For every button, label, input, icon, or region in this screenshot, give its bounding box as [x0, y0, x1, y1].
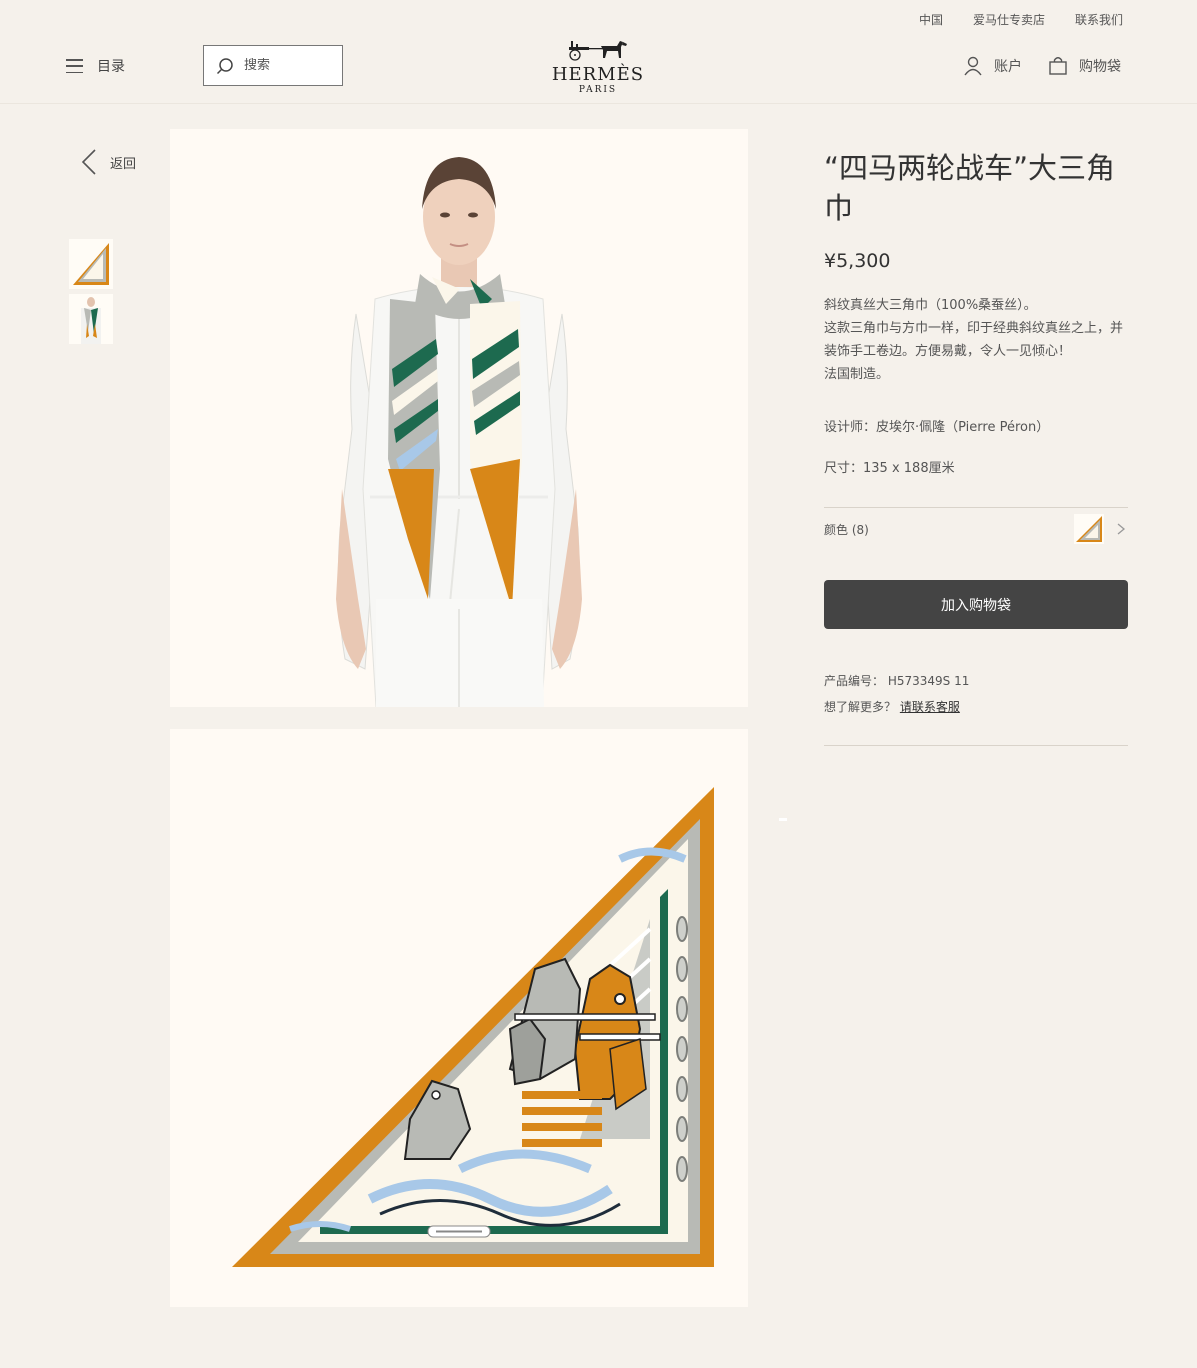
- product-image-scarf[interactable]: [170, 729, 748, 1307]
- color-label: 颜色 (8): [824, 522, 869, 537]
- search-icon: [216, 57, 233, 74]
- contact-row: 想了解更多？ 请联系客服: [824, 698, 960, 715]
- chevron-right-icon: [1117, 523, 1126, 535]
- carriage-logo-icon: [569, 41, 627, 61]
- description-line: 法国制造。: [824, 367, 890, 382]
- product-size: 尺寸：135 x 188厘米: [824, 461, 955, 476]
- logo-brand: HERMÈS: [551, 64, 645, 85]
- reference-value: H573349S 11: [887, 674, 970, 688]
- bag-button[interactable]: 购物袋: [1048, 56, 1121, 76]
- color-selector[interactable]: 颜色 (8): [824, 507, 1128, 550]
- product-description: 斜纹真丝大三角巾（100%桑蚕丝）。 这款三角巾与方巾一样，印于经典斜纹真丝之上…: [824, 294, 1128, 386]
- bag-label: 购物袋: [1079, 59, 1121, 75]
- contact-service-link[interactable]: 请联系客服: [900, 700, 960, 714]
- search-input[interactable]: [244, 58, 334, 73]
- top-link-contact[interactable]: 联系我们: [1075, 11, 1123, 28]
- divider-speck: [779, 818, 787, 821]
- product-title: “四马两轮战车”大三角巾: [824, 151, 1116, 225]
- thumbnail-scarf[interactable]: [69, 239, 113, 289]
- product-price: ¥5,300: [824, 250, 891, 272]
- menu-button[interactable]: 目录: [66, 56, 125, 76]
- description-line: 斜纹真丝大三角巾（100%桑蚕丝）。: [824, 298, 1037, 313]
- divider: [824, 745, 1128, 746]
- description-line: 这款三角巾与方巾一样，印于经典斜纹真丝之上，并装饰手工卷边。方便易戴，令人一见倾…: [824, 321, 1124, 359]
- top-link-china[interactable]: 中国: [919, 11, 943, 28]
- thumbnail-model[interactable]: [69, 294, 113, 344]
- product-image-model[interactable]: [170, 129, 748, 707]
- product-designer: 设计师：皮埃尔·佩隆（Pierre Péron）: [824, 420, 1050, 435]
- hermes-logo[interactable]: HERMÈS PARIS: [548, 38, 648, 95]
- chevron-left-icon: [81, 149, 96, 175]
- color-swatch[interactable]: [1074, 514, 1105, 544]
- hamburger-icon: [66, 59, 83, 73]
- account-button[interactable]: 账户: [963, 56, 1022, 76]
- top-links: 中国 爱马仕专卖店 联系我们: [919, 11, 1123, 28]
- back-label: 返回: [110, 156, 137, 172]
- back-button[interactable]: 返回: [80, 148, 136, 176]
- user-icon: [964, 56, 982, 76]
- reference-label: 产品编号：: [824, 674, 885, 688]
- menu-label: 目录: [97, 59, 125, 75]
- search-box[interactable]: [203, 45, 343, 86]
- shopping-bag-icon: [1049, 57, 1067, 75]
- more-label: 想了解更多？: [824, 700, 897, 714]
- product-reference: 产品编号： H573349S 11: [824, 672, 969, 689]
- logo-city: PARIS: [578, 85, 618, 95]
- header: 中国 爱马仕专卖店 联系我们 目录 HERMÈS PARI: [0, 0, 1197, 104]
- product-info: “四马两轮战车”大三角巾 ¥5,300 斜纹真丝大三角巾（100%桑蚕丝）。 这…: [824, 148, 1128, 476]
- account-label: 账户: [994, 59, 1022, 75]
- top-link-stores[interactable]: 爱马仕专卖店: [973, 11, 1045, 28]
- color-swatch-group: [1074, 514, 1128, 544]
- add-to-bag-button[interactable]: 加入购物袋: [824, 580, 1128, 629]
